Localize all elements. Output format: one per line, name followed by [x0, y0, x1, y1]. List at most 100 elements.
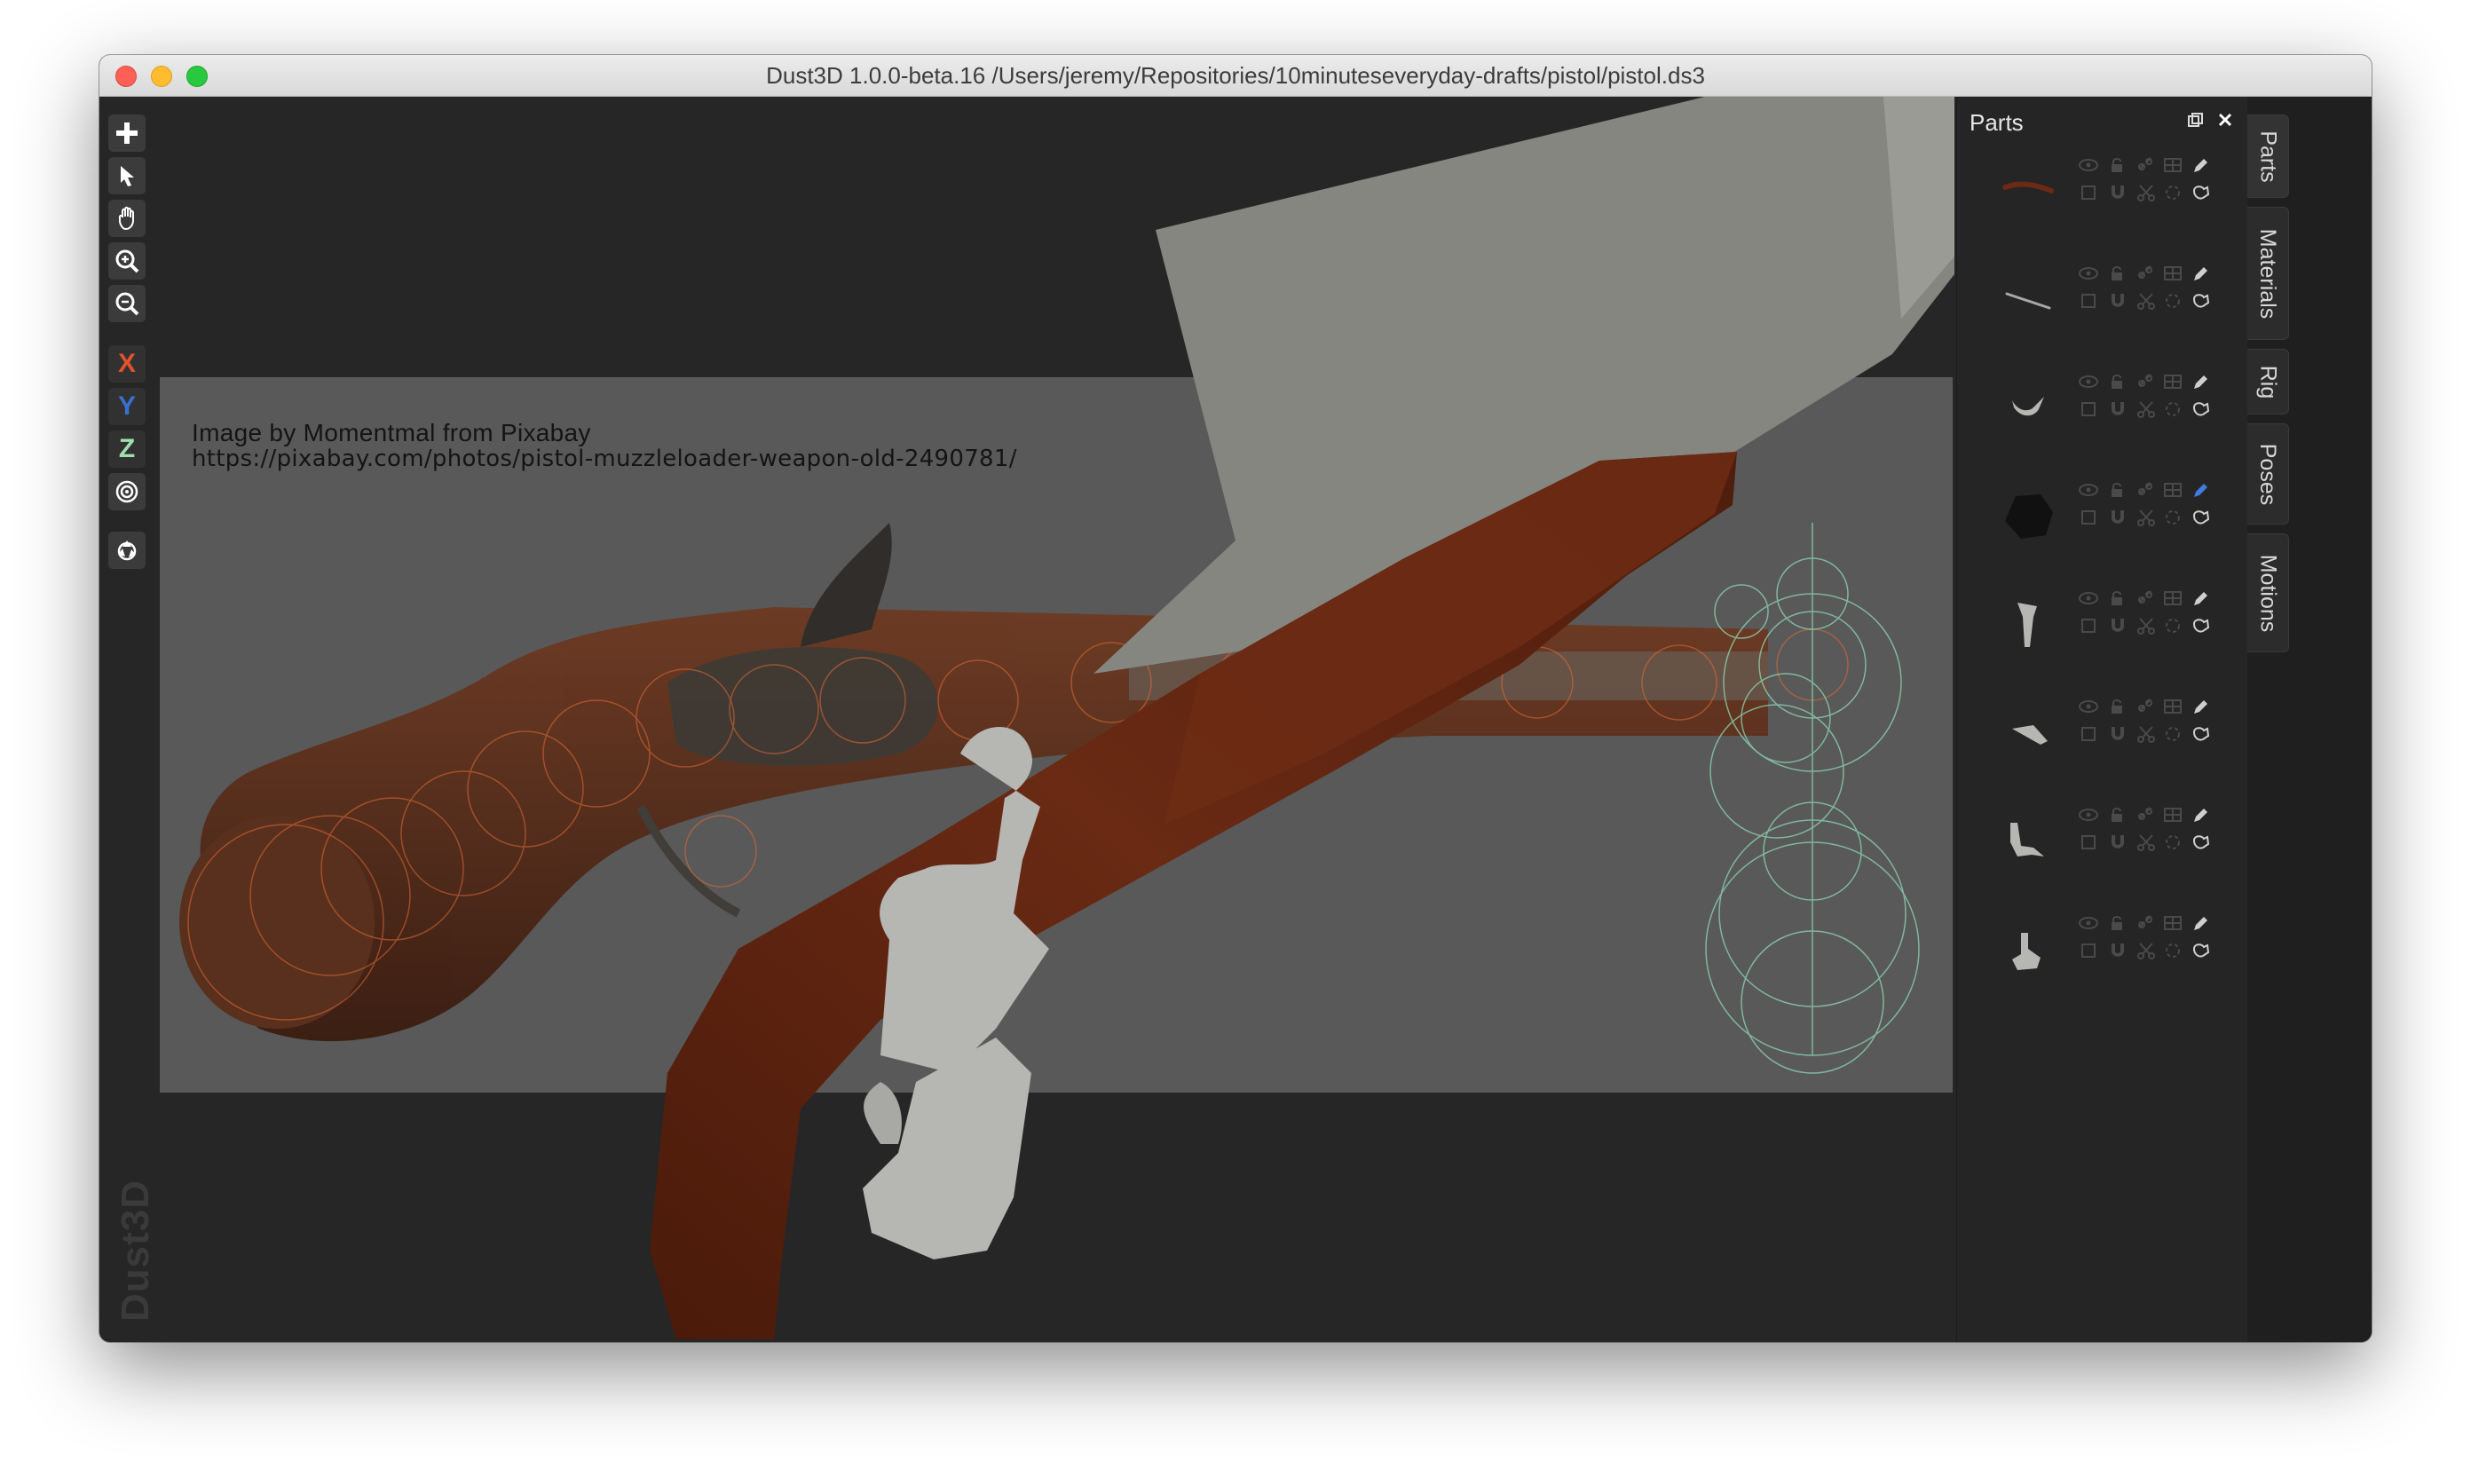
visibility-icon[interactable]: [2078, 590, 2099, 606]
visibility-icon[interactable]: [2078, 482, 2099, 498]
deform-icon[interactable]: [2191, 182, 2211, 201]
subdivide-icon[interactable]: [2163, 156, 2183, 174]
rotate-icon[interactable]: [2163, 724, 2183, 744]
subdivide-icon[interactable]: [2163, 481, 2183, 499]
lock-icon[interactable]: [2108, 806, 2126, 824]
magnet-icon[interactable]: [2108, 941, 2128, 960]
magnet-icon[interactable]: [2108, 291, 2128, 311]
tab-parts[interactable]: Parts: [2247, 114, 2289, 198]
link-icon[interactable]: [2136, 914, 2154, 932]
mirror-icon[interactable]: [2080, 292, 2097, 310]
zoom-out-button[interactable]: [108, 285, 146, 322]
rotate-icon[interactable]: [2163, 616, 2183, 635]
cut-icon[interactable]: [2136, 399, 2156, 419]
part-row[interactable]: [1978, 688, 2241, 777]
color-picker-icon[interactable]: [2191, 913, 2211, 933]
deform-icon[interactable]: [2191, 507, 2211, 526]
tab-poses[interactable]: Poses: [2247, 423, 2289, 525]
subdivide-icon[interactable]: [2163, 373, 2183, 391]
mirror-icon[interactable]: [2080, 184, 2097, 201]
pan-tool-button[interactable]: [108, 200, 146, 237]
magnet-icon[interactable]: [2108, 724, 2128, 744]
link-icon[interactable]: [2136, 589, 2154, 607]
tab-materials[interactable]: Materials: [2247, 207, 2289, 340]
link-icon[interactable]: [2136, 698, 2154, 715]
radius-lock-button[interactable]: [108, 473, 146, 510]
rotate-icon[interactable]: [2163, 508, 2183, 527]
lock-icon[interactable]: [2108, 264, 2126, 282]
lock-icon[interactable]: [2108, 698, 2126, 715]
part-row[interactable]: [1978, 255, 2241, 343]
magnet-icon[interactable]: [2108, 183, 2128, 202]
deform-icon[interactable]: [2191, 832, 2211, 851]
visibility-icon[interactable]: [2078, 699, 2099, 714]
lock-icon[interactable]: [2108, 481, 2126, 499]
deform-icon[interactable]: [2191, 940, 2211, 959]
cut-icon[interactable]: [2136, 183, 2156, 202]
link-icon[interactable]: [2136, 156, 2154, 174]
deform-icon[interactable]: [2191, 615, 2211, 635]
visibility-icon[interactable]: [2078, 374, 2099, 390]
part-row[interactable]: [1978, 796, 2241, 885]
part-thumbnail[interactable]: [1998, 919, 2058, 979]
rotate-icon[interactable]: [2163, 833, 2183, 852]
magnet-icon[interactable]: [2108, 616, 2128, 635]
visibility-icon[interactable]: [2078, 807, 2099, 823]
part-thumbnail[interactable]: [1998, 485, 2058, 546]
subdivide-icon[interactable]: [2163, 698, 2183, 715]
y-axis-lock-button[interactable]: Y: [108, 388, 146, 425]
magnet-icon[interactable]: [2108, 508, 2128, 527]
rotate-icon[interactable]: [2163, 291, 2183, 311]
cut-icon[interactable]: [2136, 833, 2156, 852]
color-picker-icon[interactable]: [2191, 805, 2211, 825]
color-picker-icon[interactable]: [2191, 372, 2211, 391]
float-panel-button[interactable]: [2184, 109, 2206, 130]
subdivide-icon[interactable]: [2163, 589, 2183, 607]
mirror-icon[interactable]: [2080, 400, 2097, 418]
tab-motions[interactable]: Motions: [2247, 533, 2289, 652]
zoom-in-button[interactable]: [108, 242, 146, 280]
lock-icon[interactable]: [2108, 914, 2126, 932]
color-picker-icon[interactable]: [2191, 588, 2211, 608]
close-panel-button[interactable]: [2214, 109, 2236, 130]
rotate-icon[interactable]: [2163, 399, 2183, 419]
visibility-icon[interactable]: [2078, 915, 2099, 931]
lock-icon[interactable]: [2108, 156, 2126, 174]
cut-icon[interactable]: [2136, 941, 2156, 960]
link-icon[interactable]: [2136, 806, 2154, 824]
lock-icon[interactable]: [2108, 373, 2126, 391]
magnet-icon[interactable]: [2108, 399, 2128, 419]
mirror-icon[interactable]: [2080, 725, 2097, 743]
link-icon[interactable]: [2136, 481, 2154, 499]
part-row[interactable]: [1978, 146, 2241, 235]
link-icon[interactable]: [2136, 373, 2154, 391]
magnet-icon[interactable]: [2108, 833, 2128, 852]
x-axis-lock-button[interactable]: X: [108, 345, 146, 383]
part-row[interactable]: [1978, 904, 2241, 993]
part-thumbnail[interactable]: [1998, 594, 2058, 654]
color-picker-icon[interactable]: [2191, 264, 2211, 283]
link-icon[interactable]: [2136, 264, 2154, 282]
regenerate-button[interactable]: [108, 532, 146, 569]
subdivide-icon[interactable]: [2163, 914, 2183, 932]
mirror-icon[interactable]: [2080, 617, 2097, 635]
lock-icon[interactable]: [2108, 589, 2126, 607]
color-picker-icon[interactable]: [2191, 155, 2211, 175]
mirror-icon[interactable]: [2080, 833, 2097, 851]
part-thumbnail[interactable]: [1998, 702, 2058, 762]
deform-icon[interactable]: [2191, 290, 2211, 310]
add-tool-button[interactable]: [108, 114, 146, 152]
part-row[interactable]: [1978, 471, 2241, 560]
tab-rig[interactable]: Rig: [2247, 349, 2289, 414]
select-tool-button[interactable]: [108, 157, 146, 194]
rotate-icon[interactable]: [2163, 183, 2183, 202]
color-picker-icon[interactable]: [2191, 697, 2211, 716]
mirror-icon[interactable]: [2080, 942, 2097, 959]
cut-icon[interactable]: [2136, 291, 2156, 311]
cut-icon[interactable]: [2136, 508, 2156, 527]
z-axis-lock-button[interactable]: Z: [108, 430, 146, 468]
visibility-icon[interactable]: [2078, 265, 2099, 281]
part-row[interactable]: [1978, 580, 2241, 668]
mirror-icon[interactable]: [2080, 509, 2097, 526]
part-thumbnail[interactable]: [1998, 377, 2058, 438]
